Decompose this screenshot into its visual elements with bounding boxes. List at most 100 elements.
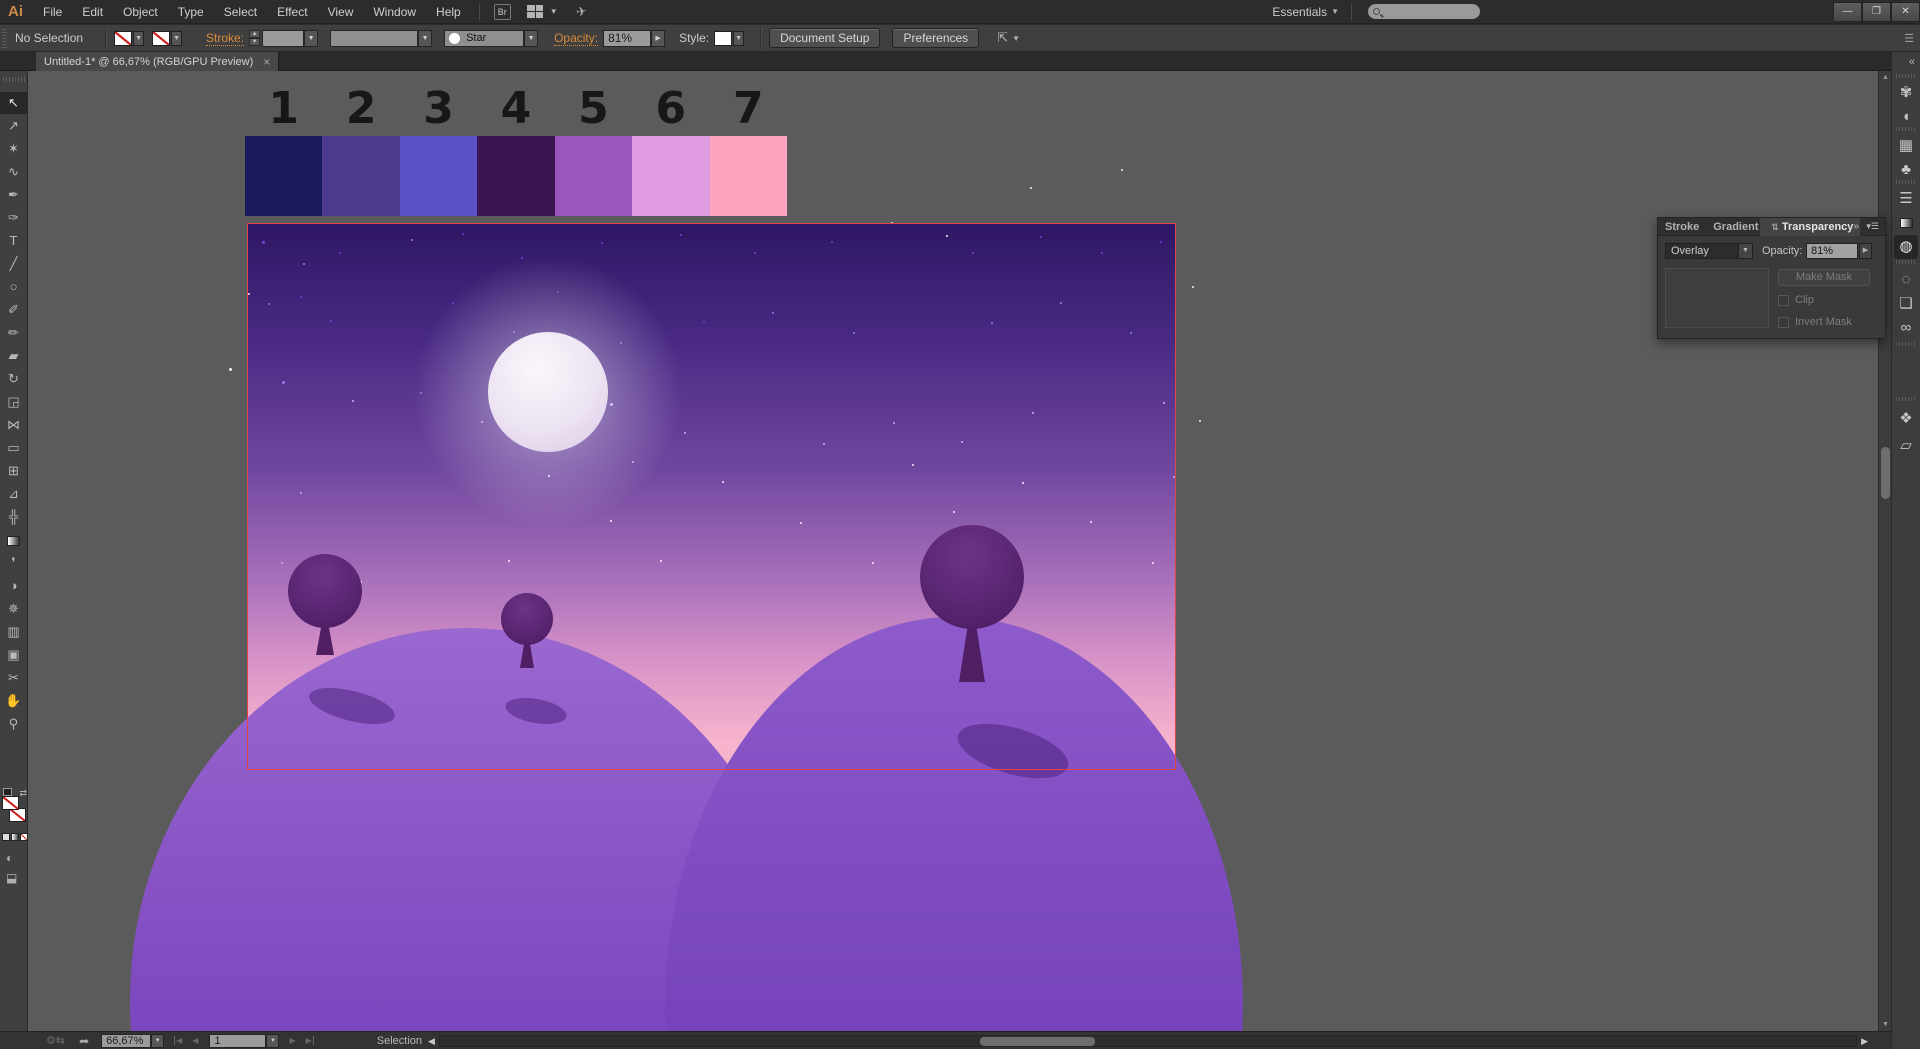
hand-tool[interactable]: ✋ [0, 690, 27, 712]
collapse-panel-icon[interactable]: » [1853, 221, 1859, 232]
slice-tool[interactable]: ✂ [0, 667, 27, 689]
brush-definition-dropdown[interactable]: Star [444, 29, 525, 47]
perspective-grid-tool[interactable]: ⊿ [0, 483, 27, 505]
swatches-panel-icon[interactable]: ▦ [1894, 134, 1918, 158]
star[interactable] [1101, 252, 1103, 254]
fill-indicator[interactable] [2, 796, 19, 810]
star[interactable] [1121, 169, 1123, 171]
menu-window[interactable]: Window [363, 0, 426, 24]
star[interactable] [281, 562, 283, 564]
mesh-tool[interactable]: ╬ [0, 506, 27, 528]
palette-swatch-5[interactable] [554, 136, 633, 216]
select-similar-icon[interactable]: ⇱ [997, 30, 1008, 46]
star[interactable] [610, 520, 612, 522]
star[interactable] [300, 492, 302, 494]
next-artboard-icon[interactable]: ▶ [289, 1036, 295, 1045]
restore-button[interactable]: ❐ [1862, 1, 1891, 22]
palette-swatch-4[interactable] [477, 136, 556, 216]
tools-grip[interactable] [3, 77, 25, 82]
star[interactable] [462, 233, 464, 235]
stroke-color-swatch[interactable] [152, 30, 171, 46]
stroke-link[interactable]: Stroke: [206, 31, 245, 46]
previous-artboard-icon[interactable]: ◀ [192, 1036, 198, 1045]
star[interactable] [660, 560, 662, 562]
star[interactable] [1022, 482, 1024, 484]
curvature-tool[interactable]: ✑ [0, 207, 27, 229]
stroke-weight-stepper[interactable]: ▲ ▼ [249, 30, 261, 46]
star[interactable] [893, 422, 895, 424]
star[interactable] [722, 481, 724, 483]
tree-crown-1[interactable] [288, 554, 362, 628]
opacity-arrow[interactable]: ▶ [651, 29, 666, 47]
star[interactable] [703, 321, 705, 323]
panel-menu-icon[interactable]: ▾☰ [1866, 221, 1879, 232]
symbols-panel-icon[interactable]: ♣ [1894, 158, 1918, 182]
blend-mode-dropdown[interactable]: Overlay ▼ [1665, 243, 1753, 259]
arrange-documents-icon[interactable] [526, 4, 544, 19]
last-artboard-icon[interactable]: ▶ [306, 1036, 314, 1045]
palette-swatch-6[interactable] [632, 136, 711, 216]
zoom-tool[interactable]: ⚲ [0, 713, 27, 735]
fill-dropdown-arrow[interactable]: ▼ [133, 30, 145, 46]
menu-file[interactable]: File [33, 0, 72, 24]
document-setup-button[interactable]: Document Setup [769, 28, 881, 48]
stroke-weight-field[interactable] [262, 29, 305, 47]
tree-crown-3[interactable] [920, 525, 1024, 629]
direct-selection-tool[interactable]: ↗ [0, 115, 27, 137]
selection-tool[interactable]: ↖ [0, 92, 27, 114]
width-profile-field[interactable] [330, 29, 419, 47]
search-input[interactable] [1368, 4, 1480, 19]
menu-select[interactable]: Select [214, 0, 267, 24]
scale-tool[interactable]: ◲ [0, 391, 27, 413]
shape-builder-tool[interactable]: ⊞ [0, 460, 27, 482]
star[interactable] [1199, 420, 1201, 422]
appearance-panel-icon[interactable]: ◌ [1894, 268, 1918, 292]
width-profile-dropdown[interactable]: ▼ [418, 29, 433, 47]
star[interactable] [680, 234, 682, 236]
eraser-tool[interactable]: ▰ [0, 345, 27, 367]
star[interactable] [684, 432, 686, 434]
star[interactable] [991, 322, 993, 324]
zoom-level-field[interactable]: 66,67% [101, 1033, 152, 1048]
star[interactable] [1152, 562, 1154, 564]
width-tool[interactable]: ⋈ [0, 414, 27, 436]
gradient-tool[interactable] [0, 529, 27, 551]
magic-wand-tool[interactable]: ✶ [0, 138, 27, 160]
artboard-number-field[interactable]: 1 [209, 1033, 267, 1048]
close-button[interactable]: ✕ [1891, 1, 1920, 22]
tab-gradient[interactable]: Gradient [1706, 218, 1760, 236]
star[interactable] [1090, 521, 1092, 523]
opacity-field[interactable]: 81% [603, 29, 652, 47]
panel-opacity-arrow[interactable]: ▶ [1859, 243, 1872, 259]
tab-close-icon[interactable]: × [263, 55, 270, 69]
star[interactable] [912, 464, 914, 466]
status-gear-icon[interactable]: ⚙⇆ [46, 1034, 65, 1047]
scroll-left-arrow[interactable]: ◀ [428, 1036, 435, 1047]
invert-mask-checkbox[interactable]: Invert Mask [1778, 316, 1852, 328]
star[interactable] [1032, 412, 1034, 414]
star[interactable] [853, 332, 855, 334]
asset-export-panel-icon[interactable]: ▱ [1894, 434, 1918, 458]
star[interactable] [754, 252, 756, 254]
star[interactable] [1030, 187, 1032, 189]
star[interactable] [411, 239, 413, 241]
color-panel-icon[interactable]: ✾ [1894, 81, 1918, 105]
horizontal-scroll-track[interactable] [438, 1035, 1858, 1047]
palette-swatch-2[interactable] [322, 136, 401, 216]
star[interactable] [1060, 302, 1062, 304]
star[interactable] [248, 293, 250, 295]
star[interactable] [891, 222, 893, 224]
artboard-tool[interactable]: ▣ [0, 644, 27, 666]
libraries-panel-icon[interactable]: ∞ [1894, 316, 1918, 340]
tree-crown-2[interactable] [501, 593, 553, 645]
menu-object[interactable]: Object [113, 0, 168, 24]
horizontal-scroll-thumb[interactable] [979, 1037, 1095, 1046]
star[interactable] [1192, 286, 1194, 288]
palette-swatch-7[interactable] [709, 136, 788, 216]
star[interactable] [330, 320, 332, 322]
star[interactable] [972, 252, 974, 254]
stroke-panel-icon[interactable]: ☰ [1894, 187, 1918, 211]
style-swatch[interactable] [714, 30, 733, 46]
star[interactable] [262, 241, 265, 244]
symbol-sprayer-tool[interactable]: ✵ [0, 598, 27, 620]
